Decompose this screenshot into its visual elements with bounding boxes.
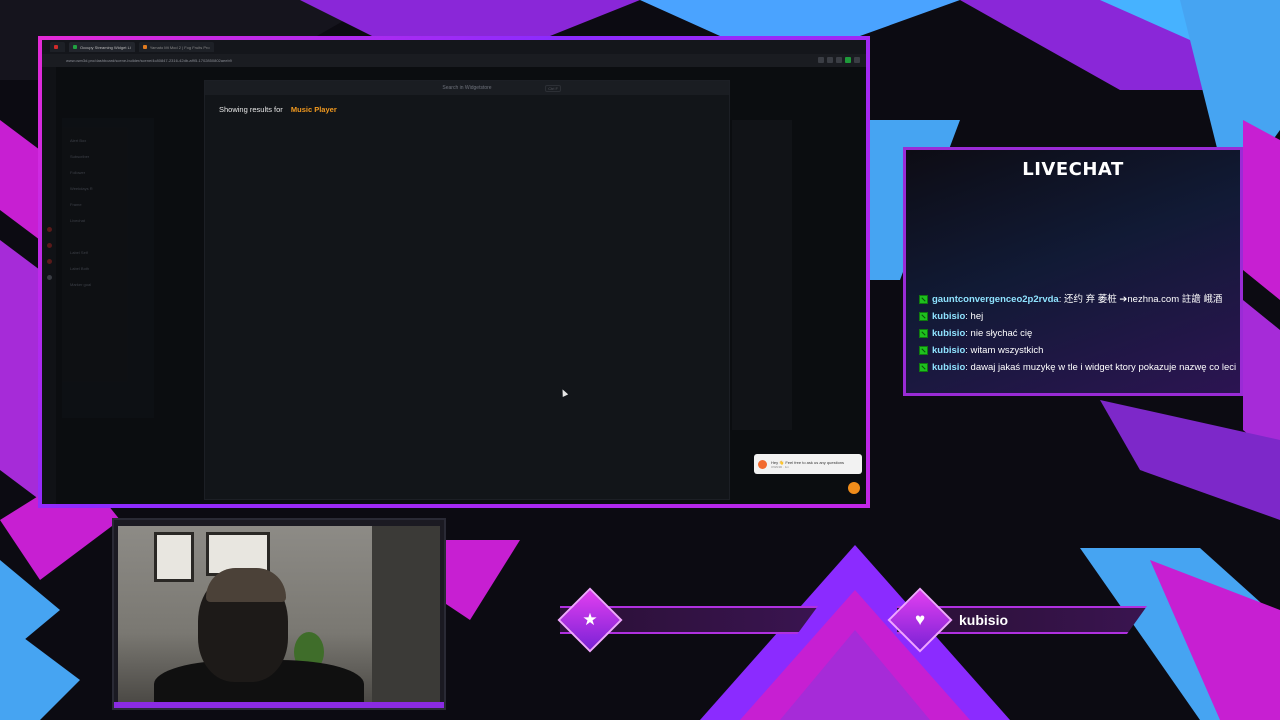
chat-bot-icon (758, 459, 767, 469)
latest-follower-name: kubisio (959, 612, 1009, 628)
chat-username: gauntconvergenceo2p2rvda (932, 294, 1059, 305)
sidebar-item[interactable]: Label Self (70, 250, 88, 256)
chat-message: kubisio: hej (917, 311, 1237, 323)
extension-icons (818, 57, 860, 63)
webcam-feed (112, 518, 446, 710)
rail-icon[interactable] (47, 227, 52, 232)
chat-username: kubisio (932, 311, 966, 322)
webcam-accent-bar (114, 702, 444, 708)
widget-search-input[interactable]: Search in Widgetstore Ctrl F (205, 81, 729, 95)
tab-favicon-icon (142, 45, 147, 49)
moderator-badge-icon (919, 329, 928, 338)
tab-label: Occupy Streaming Widget Li (80, 44, 131, 50)
tab-label: Yamato Mt Mod 2 | Fog Fruits Pro (149, 44, 210, 50)
chat-text: hej (967, 311, 984, 322)
address-bar[interactable]: www.own3d.pro/dashboard/scene-builder/sc… (42, 54, 866, 67)
chat-username: kubisio (932, 345, 966, 356)
chat-username: kubisio (932, 362, 966, 373)
chat-message-list: gauntconvergenceo2p2rvda: 还约 弃 萎桩 ➔nezhn… (917, 294, 1237, 379)
bookshelf (372, 526, 440, 704)
discord-icon[interactable] (47, 275, 52, 280)
livechat-title: LIVECHAT (1022, 159, 1124, 180)
sidebar-item[interactable]: Subscriber (70, 154, 89, 160)
support-toast[interactable]: Hey 👋 Feel free to ask us any questions … (754, 454, 862, 474)
youtube-icon (54, 45, 58, 49)
scene-sidebar: Alert Box Subscriber Follower Weekdays R… (62, 118, 154, 418)
scene-canvas-preview (732, 120, 792, 430)
moderator-badge-icon (919, 295, 928, 304)
rail-icon[interactable] (47, 243, 52, 248)
results-heading: Showing results for Music Player (219, 105, 337, 114)
chat-message: kubisio: witam wszystkich (917, 345, 1237, 357)
sidebar-item[interactable]: Alert Box (70, 138, 86, 144)
url-text: www.own3d.pro/dashboard/scene-builder/sc… (66, 58, 232, 63)
browser-tabstrip: Occupy Streaming Widget Li Yamato Mt Mod… (42, 40, 866, 54)
wall-picture (154, 532, 194, 582)
sidebar-item[interactable]: Frame (70, 202, 82, 208)
chat-text: dawaj jakaś muzykę w tle i widget ktory … (967, 362, 1237, 373)
chat-message: kubisio: nie słychać cię (917, 328, 1237, 340)
chat-message: gauntconvergenceo2p2rvda: 还约 弃 萎桩 ➔nezhn… (917, 294, 1237, 306)
tab-favicon-icon (73, 45, 77, 49)
sidebar-item[interactable]: Livechat (70, 218, 85, 224)
sidebar-item[interactable]: Follower (70, 170, 85, 176)
results-prefix: Showing results for (219, 105, 283, 114)
shortcut-hint: Ctrl F (545, 85, 561, 92)
extension-icon[interactable] (845, 57, 851, 63)
extension-icon[interactable] (827, 57, 833, 63)
chat-text: witam wszystkich (967, 345, 1044, 356)
support-chat-button[interactable] (848, 482, 860, 494)
chat-username: kubisio (932, 328, 966, 339)
moderator-badge-icon (919, 363, 928, 372)
chat-text: 还约 弃 萎桩 ➔nezhna.com 註譫 峨酒 (1061, 294, 1223, 305)
results-query: Music Player (290, 105, 337, 114)
browser-tab-active[interactable]: Occupy Streaming Widget Li (69, 42, 135, 52)
chat-message: kubisio: dawaj jakaś muzykę w tle i widg… (917, 362, 1237, 374)
browser-capture-frame: Occupy Streaming Widget Li Yamato Mt Mod… (38, 36, 870, 508)
profile-icon[interactable] (854, 57, 860, 63)
sidebar-item[interactable]: Weekdays R (70, 186, 93, 192)
sidebar-item[interactable]: Marker goal (70, 282, 91, 288)
extension-icon[interactable] (818, 57, 824, 63)
browser-tab[interactable]: Yamato Mt Mod 2 | Fog Fruits Pro (138, 42, 214, 52)
widget-search-modal: Search in Widgetstore Ctrl F Showing res… (204, 80, 730, 500)
livechat-panel: LIVECHAT gauntconvergenceo2p2rvda: 还约 弃 … (903, 147, 1243, 396)
browser-window: Occupy Streaming Widget Li Yamato Mt Mod… (42, 40, 866, 504)
left-rail (42, 67, 56, 504)
star-icon: ★ (582, 610, 598, 629)
chat-text: nie słychać cię (967, 328, 1033, 339)
streamer-cap (206, 568, 286, 602)
sidebar-item[interactable]: Label Both (70, 266, 89, 272)
search-placeholder: Search in Widgetstore (442, 85, 492, 91)
rail-icon[interactable] (47, 259, 52, 264)
browser-tab[interactable] (50, 42, 65, 52)
moderator-badge-icon (919, 312, 928, 321)
extension-icon[interactable] (836, 57, 842, 63)
toast-sub: OWN3D · 1m (771, 464, 789, 469)
heart-icon: ♥ (914, 610, 926, 629)
toast-text: Hey 👋 Feel free to ask us any questions (771, 459, 845, 465)
moderator-badge-icon (919, 346, 928, 355)
